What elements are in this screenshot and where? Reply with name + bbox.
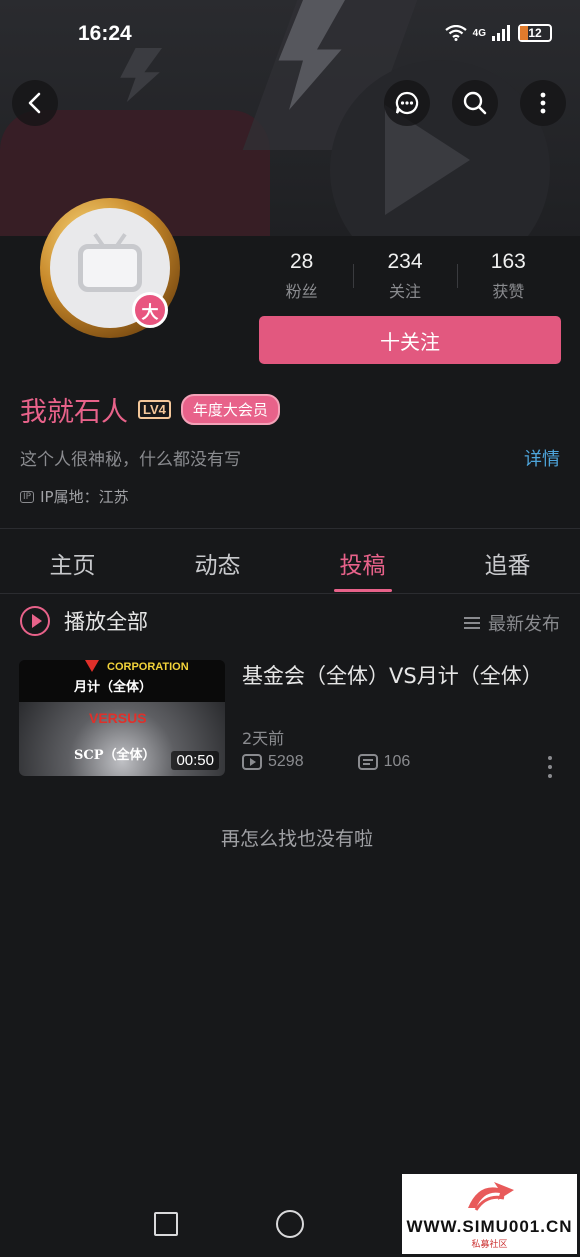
video-more-button[interactable] [546, 756, 554, 778]
status-icons: 4G 12 [444, 24, 552, 42]
stat-label: 获赞 [492, 282, 525, 301]
back-button[interactable] [12, 80, 58, 126]
bio-text: 这个人很神秘，什么都没有写 [20, 450, 241, 470]
video-meta: 5298 106 [242, 753, 410, 771]
video-thumbnail[interactable]: CORPORATION 月计（全体） VERSUS SCP（全体） 00:50 [19, 660, 225, 776]
vip-badge[interactable]: 年度大会员 [180, 394, 280, 425]
username: 我就石人 [20, 397, 128, 428]
tab-uploads[interactable]: 投稿 [290, 540, 435, 592]
dot [548, 774, 552, 778]
play-circle-icon [20, 606, 50, 636]
sort-label: 最新发布 [488, 614, 560, 635]
profile-tabs: 主页 动态 投稿 追番 [0, 540, 580, 592]
more-button[interactable] [520, 80, 566, 126]
stat-value: 28 [289, 250, 314, 273]
banner-bolt-icon [120, 48, 162, 102]
stat-fans[interactable]: 28 粉丝 [250, 250, 353, 302]
stat-value: 163 [490, 250, 526, 273]
chat-bubble-icon [395, 91, 419, 115]
battery-level: 12 [528, 26, 542, 40]
wifi-icon [444, 25, 467, 41]
stat-likes[interactable]: 163 获赞 [456, 250, 560, 302]
watermark-subtext: 私募社区 [471, 1240, 508, 1250]
status-time: 16:24 [78, 22, 132, 45]
big-member-badge: 大 [132, 292, 168, 328]
battery-icon: 12 [518, 24, 552, 42]
search-icon [463, 91, 487, 115]
level-badge: LV4 [138, 400, 171, 419]
end-of-list-text: 再怎么找也没有啦 [220, 828, 373, 850]
name-row: 我就石人 LV4 年度大会员 [20, 390, 280, 429]
detail-link[interactable]: 详情 [524, 445, 560, 471]
video-duration: 00:50 [171, 751, 219, 770]
tab-home[interactable]: 主页 [0, 540, 145, 592]
watermark-text: WWW.SIMU001.CN [406, 1217, 573, 1236]
dot [548, 756, 552, 760]
back-arrow-icon [28, 92, 41, 114]
thumbnail-text: CORPORATION [107, 661, 189, 673]
danmaku-count-value: 106 [383, 753, 411, 770]
list-icon [464, 617, 480, 629]
recent-apps-icon[interactable] [154, 1212, 178, 1236]
watermark: WWW.SIMU001.CN 私募社区 [402, 1174, 577, 1254]
profile-stats: 28 粉丝 234 关注 163 获赞 [250, 250, 560, 302]
play-all-label: 播放全部 [64, 610, 148, 634]
message-button[interactable] [384, 80, 430, 126]
thumbnail-text: VERSUS [89, 710, 147, 726]
stat-label: 粉丝 [285, 282, 318, 301]
more-vertical-icon [540, 92, 546, 114]
signal-icon [492, 25, 510, 41]
network-type: 4G [472, 27, 486, 39]
ip-location-row: IP IP属地：江苏 [20, 486, 129, 507]
stat-value: 234 [387, 250, 423, 273]
watermark-logo-icon [468, 1182, 514, 1211]
tab-bangumi[interactable]: 追番 [435, 540, 580, 592]
thumbnail-text: SCP（全体） [74, 748, 156, 763]
video-title[interactable]: 基金会（全体）VS月计（全体） [242, 662, 543, 691]
default-avatar-icon [78, 244, 142, 292]
stat-label: 关注 [388, 282, 421, 301]
sort-button[interactable]: 最新发布 [464, 610, 560, 636]
stat-following[interactable]: 234 关注 [353, 250, 456, 302]
search-button[interactable] [452, 80, 498, 126]
danmaku-count: 106 [357, 753, 411, 771]
play-count-value: 5298 [268, 753, 304, 770]
play-count-icon [242, 754, 262, 770]
play-all-button[interactable]: 播放全部 [20, 606, 148, 636]
follow-button[interactable]: 十关注 [259, 316, 561, 364]
divider [0, 528, 580, 529]
dot [548, 765, 552, 769]
video-date: 2天前 [242, 729, 285, 748]
divider [0, 593, 580, 594]
tab-dynamic[interactable]: 动态 [145, 540, 290, 592]
danmaku-icon [357, 754, 378, 770]
home-icon[interactable] [276, 1210, 304, 1238]
thumbnail-text: 月计（全体） [74, 680, 153, 695]
play-count: 5298 [242, 753, 304, 771]
ip-icon: IP [20, 490, 35, 503]
ip-location: IP属地：江苏 [40, 488, 129, 506]
